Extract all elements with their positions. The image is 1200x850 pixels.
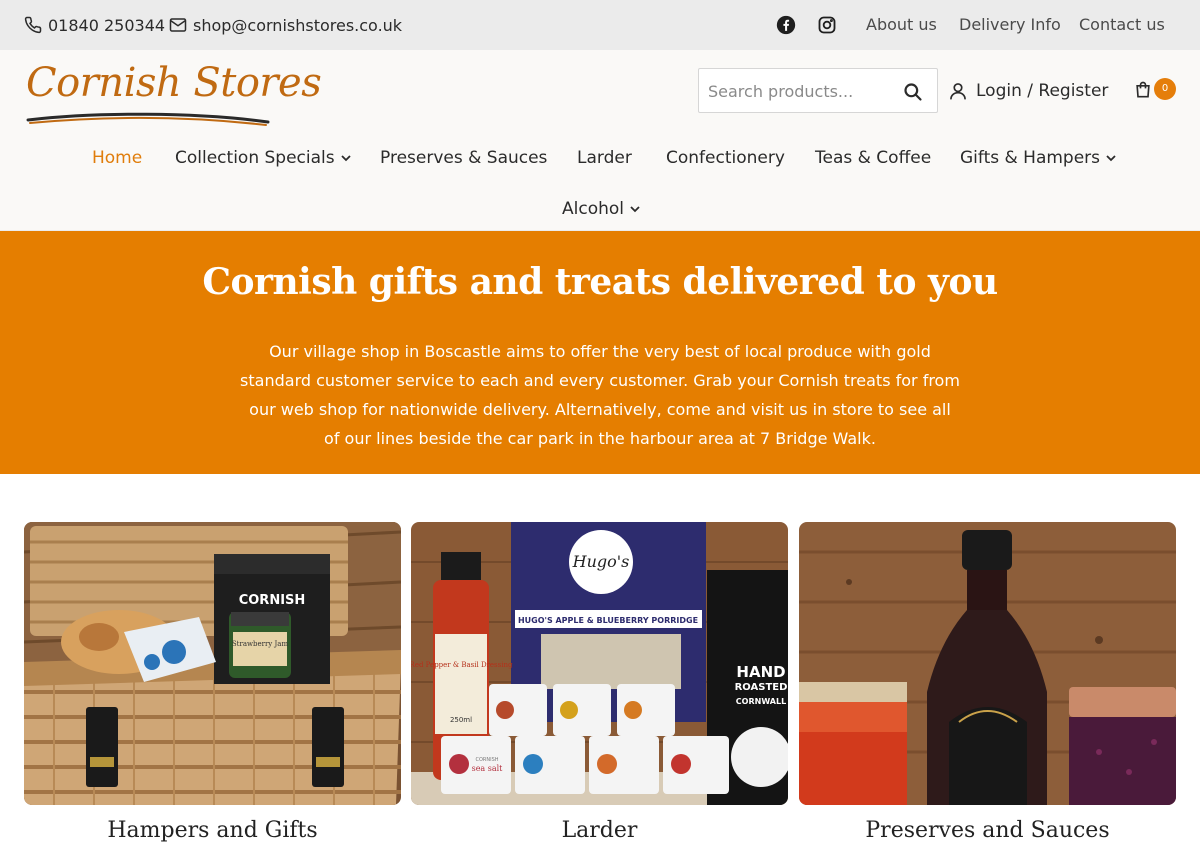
site-logo[interactable]: Cornish Stores <box>26 58 322 130</box>
bag-text-1: HAND <box>736 663 785 681</box>
nav-item-gifts-hampers[interactable]: Gifts & Hampers <box>960 146 1117 170</box>
nav-item-collection-specials[interactable]: Collection Specials <box>175 146 352 170</box>
cart-icon <box>1136 81 1150 98</box>
phone-icon <box>24 16 42 34</box>
tub-label-1: CORNISH <box>475 757 498 763</box>
top-bar: 01840 250344 shop@cornishstores.co.uk Ab… <box>0 0 1200 50</box>
phone-link[interactable]: 01840 250344 <box>24 0 165 50</box>
nav-item-confectionery[interactable]: Confectionery <box>666 146 785 170</box>
nav-label: Preserves & Sauces <box>380 148 548 168</box>
box-label: CORNISH <box>239 593 306 608</box>
logo-swoosh-icon <box>26 112 270 126</box>
chevron-down-icon <box>1106 155 1116 162</box>
box-label: HUGO'S APPLE & BLUEBERRY PORRIDGE <box>518 616 698 625</box>
bottle-volume: 250ml <box>450 716 472 724</box>
nav-label: Teas & Coffee <box>815 148 932 168</box>
preserves-product-image <box>799 522 1176 805</box>
contact-us-link[interactable]: Contact us <box>1079 0 1165 50</box>
box-brand: Hugo's <box>572 552 630 571</box>
login-register-link[interactable]: Login / Register <box>948 78 1108 104</box>
larder-product-image: Hugo's HUGO'S APPLE & BLUEBERRY PORRIDGE… <box>411 522 788 805</box>
nav-label: Alcohol <box>562 199 624 219</box>
delivery-info-link[interactable]: Delivery Info <box>959 0 1061 50</box>
category-card-larder[interactable]: Hugo's HUGO'S APPLE & BLUEBERRY PORRIDGE… <box>411 522 788 805</box>
hero-description: Our village shop in Boscastle aims to of… <box>240 342 960 448</box>
nav-label: Confectionery <box>666 148 785 168</box>
email-link[interactable]: shop@cornishstores.co.uk <box>169 0 402 50</box>
bottle-label: Red Pepper & Basil Dressing <box>411 661 513 669</box>
logo-text: Cornish Stores <box>26 60 322 106</box>
hero-banner: Cornish gifts and treats delivered to yo… <box>0 231 1200 474</box>
bag-text-2: ROASTED <box>735 682 788 693</box>
nav-label: Home <box>92 148 143 168</box>
user-icon <box>950 83 966 100</box>
chevron-down-icon <box>630 206 640 213</box>
tub-label-2: sea salt <box>472 764 504 773</box>
category-card-hampers-gifts[interactable]: CORNISH Strawberry Jam <box>24 522 401 805</box>
email-address: shop@cornishstores.co.uk <box>193 15 403 35</box>
search-input[interactable] <box>708 77 888 105</box>
nav-label: Gifts & Hampers <box>960 148 1101 168</box>
jar-label: Strawberry Jam <box>232 640 289 648</box>
nav-item-teas-coffee[interactable]: Teas & Coffee <box>815 146 931 170</box>
nav-item-preserves-sauces[interactable]: Preserves & Sauces <box>380 146 547 170</box>
nav-item-home[interactable]: Home <box>92 146 142 170</box>
category-card-preserves-sauces[interactable] <box>799 522 1176 805</box>
cart-button[interactable]: 0 <box>1133 78 1177 104</box>
site-header: Cornish Stores Login / Register 0 Home C… <box>0 50 1200 231</box>
facebook-icon[interactable] <box>776 15 796 35</box>
phone-number: 01840 250344 <box>48 15 166 35</box>
chevron-down-icon <box>340 155 351 162</box>
nav-label: Larder <box>577 148 632 168</box>
bag-text-3: CORNWALL <box>736 697 786 706</box>
mail-icon <box>169 18 187 32</box>
about-us-link[interactable]: About us <box>866 0 937 50</box>
category-title[interactable]: Larder <box>411 818 788 843</box>
instagram-icon[interactable] <box>817 15 837 35</box>
hero-title: Cornish gifts and treats delivered to yo… <box>202 261 998 303</box>
search-box <box>698 68 938 113</box>
cart-count-badge: 0 <box>1154 78 1176 100</box>
login-label: Login / Register <box>976 81 1109 101</box>
nav-item-larder[interactable]: Larder <box>577 146 632 170</box>
nav-label: Collection Specials <box>175 148 335 168</box>
category-title[interactable]: Preserves and Sauces <box>799 818 1176 843</box>
search-icon[interactable] <box>903 82 923 102</box>
category-title[interactable]: Hampers and Gifts <box>24 818 401 843</box>
hampers-product-image: CORNISH Strawberry Jam <box>24 522 401 805</box>
nav-item-alcohol[interactable]: Alcohol <box>562 197 641 221</box>
